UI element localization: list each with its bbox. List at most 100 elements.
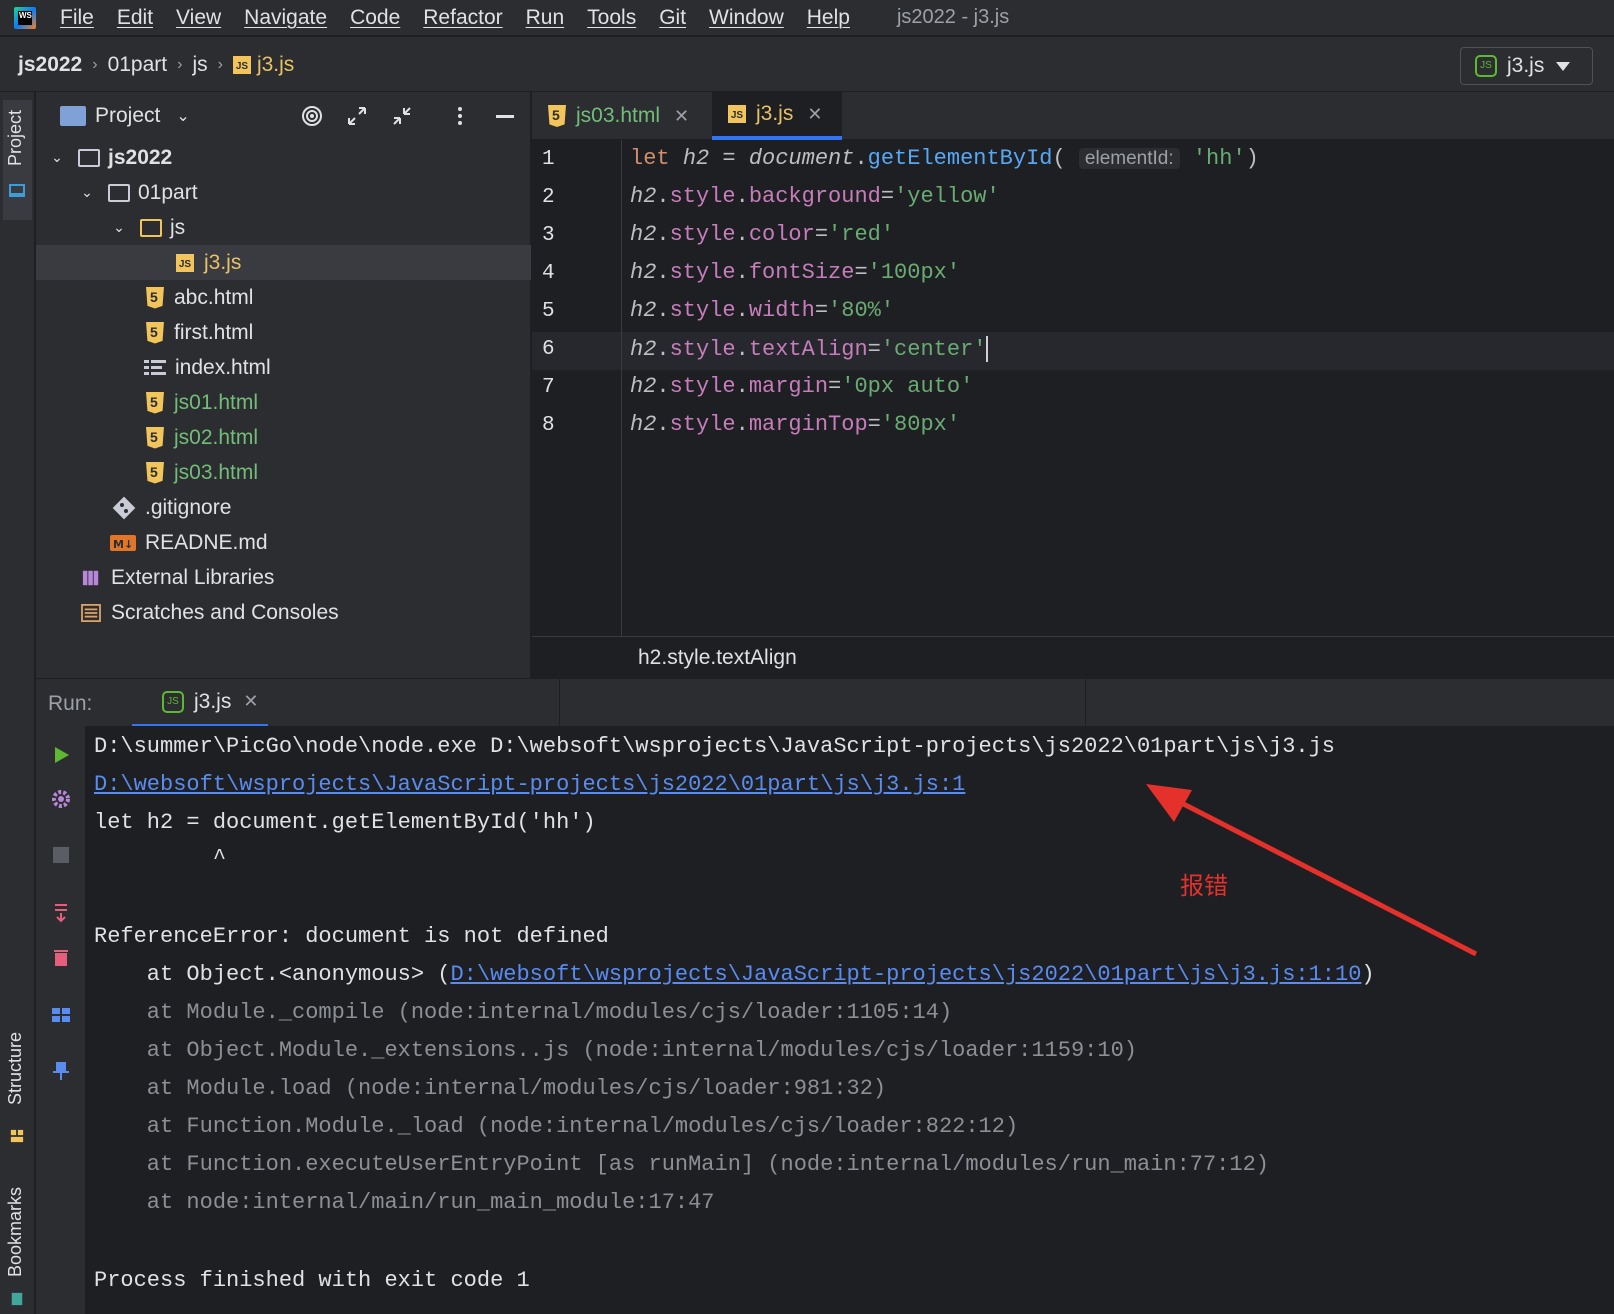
menu-window[interactable]: Window bbox=[709, 6, 784, 30]
breadcrumb-item-js2022[interactable]: js2022 bbox=[18, 53, 82, 77]
code-operator: . bbox=[656, 374, 670, 399]
code-function: getElementById bbox=[867, 146, 1053, 171]
close-icon[interactable]: ✕ bbox=[674, 106, 689, 127]
breadcrumb-item-j3js[interactable]: j3.js bbox=[257, 53, 294, 77]
settings-gear-icon[interactable] bbox=[50, 788, 72, 810]
code-operator: = bbox=[854, 260, 868, 285]
line-number: 4 bbox=[542, 262, 555, 285]
tree-item-label: js02.html bbox=[174, 425, 259, 449]
menu-code[interactable]: Code bbox=[350, 6, 400, 30]
code-operator: . bbox=[735, 336, 749, 362]
console-error-message: ReferenceError: document is not defined bbox=[94, 924, 609, 949]
tree-item-first-html[interactable]: first.html bbox=[36, 315, 531, 350]
menu-tools[interactable]: Tools bbox=[587, 6, 636, 30]
svg-text:M↓: M↓ bbox=[113, 538, 133, 551]
project-tool-label[interactable]: Project bbox=[5, 110, 26, 166]
code-operator: . bbox=[735, 184, 749, 209]
code-operator: = bbox=[867, 336, 881, 362]
run-configuration-dropdown[interactable]: JS j3.js bbox=[1460, 47, 1593, 85]
code-operator: . bbox=[656, 260, 670, 285]
close-icon[interactable]: ✕ bbox=[807, 104, 822, 125]
stop-icon[interactable] bbox=[50, 844, 72, 866]
tree-item-index-html[interactable]: index.html bbox=[36, 350, 531, 385]
rerun-play-icon[interactable] bbox=[50, 744, 72, 766]
code-line-4: h2.style.fontSize='100px' bbox=[630, 260, 960, 285]
collapse-all-icon[interactable] bbox=[390, 104, 414, 128]
layout-icon[interactable] bbox=[50, 1004, 72, 1026]
console-stack-line: at Function.executeUserEntryPoint [as ru… bbox=[94, 1152, 1269, 1177]
tree-item-label: js2022 bbox=[108, 145, 173, 169]
stack-frame-text: ) bbox=[1361, 962, 1375, 987]
code-keyword: let bbox=[630, 146, 670, 171]
tree-item-js-folder[interactable]: ⌄ js bbox=[36, 210, 531, 245]
tree-item-external-libraries[interactable]: External Libraries bbox=[36, 560, 531, 595]
menu-refactor[interactable]: Refactor bbox=[423, 6, 502, 30]
stack-frame-link[interactable]: D:\websoft\wsprojects\JavaScript-project… bbox=[450, 962, 1361, 987]
tree-item-label: first.html bbox=[174, 320, 254, 344]
menu-file[interactable]: File bbox=[60, 6, 94, 30]
breadcrumb-item-js[interactable]: js bbox=[192, 53, 207, 77]
breadcrumb-item-01part[interactable]: 01part bbox=[108, 53, 168, 77]
chevron-down-icon[interactable]: ⌄ bbox=[112, 219, 126, 236]
run-tab-label: j3.js bbox=[194, 689, 232, 713]
line-number-gutter: 1 2 3 4 5 6 7 8 bbox=[532, 140, 622, 636]
git-icon bbox=[112, 496, 136, 519]
breadcrumb: js2022 › 01part › js › JS j3.js bbox=[18, 37, 294, 92]
tree-item-readme[interactable]: M↓ READNE.md bbox=[36, 525, 531, 560]
project-tool-icon[interactable] bbox=[9, 184, 25, 198]
code-operator: = bbox=[709, 146, 749, 171]
chevron-down-icon[interactable]: ⌄ bbox=[50, 149, 64, 166]
menu-run[interactable]: Run bbox=[526, 6, 565, 30]
expand-all-icon[interactable] bbox=[345, 104, 369, 128]
menu-git[interactable]: Git bbox=[659, 6, 686, 30]
project-view-selector[interactable]: Project bbox=[95, 104, 160, 128]
tab-js03-html[interactable]: js03.html ✕ bbox=[532, 92, 708, 140]
code-string: '0px auto' bbox=[841, 374, 974, 399]
structure-tool-icon[interactable] bbox=[9, 1129, 25, 1143]
tree-item-js03-html[interactable]: js03.html bbox=[36, 455, 531, 490]
editor-breadcrumb[interactable]: h2.style.textAlign bbox=[638, 646, 797, 670]
chevron-down-icon[interactable]: ⌄ bbox=[176, 106, 189, 126]
trash-icon[interactable] bbox=[50, 946, 72, 968]
tree-item-js2022[interactable]: ⌄ js2022 bbox=[36, 140, 531, 175]
code-editor[interactable]: 1 2 3 4 5 6 7 8 let h2 = document.getEle… bbox=[532, 140, 1614, 636]
editor-breadcrumb-bar: h2.style.textAlign bbox=[532, 636, 1614, 678]
code-property: style bbox=[669, 222, 736, 247]
bookmarks-tool-icon[interactable] bbox=[9, 1292, 25, 1306]
parameter-hint: elementId: bbox=[1078, 148, 1180, 169]
menu-edit[interactable]: Edit bbox=[117, 6, 153, 30]
menu-navigate[interactable]: Navigate bbox=[244, 6, 327, 30]
code-property: background bbox=[748, 184, 881, 209]
pin-icon[interactable] bbox=[50, 1060, 72, 1082]
tab-j3js[interactable]: JS j3.js ✕ bbox=[712, 92, 842, 140]
line-number: 8 bbox=[542, 414, 555, 437]
console-error-location-link[interactable]: D:\websoft\wsprojects\JavaScript-project… bbox=[94, 772, 965, 797]
structure-tool-label[interactable]: Structure bbox=[5, 1032, 26, 1105]
bookmarks-tool-label[interactable]: Bookmarks bbox=[5, 1187, 26, 1277]
tree-item-abc-html[interactable]: abc.html bbox=[36, 280, 531, 315]
scroll-to-end-icon[interactable] bbox=[50, 902, 72, 924]
tree-item-gitignore[interactable]: .gitignore bbox=[36, 490, 531, 525]
console-stack-line: at Object.Module._extensions..js (node:i… bbox=[94, 1038, 1137, 1063]
code-operator: . bbox=[656, 336, 670, 362]
chevron-down-icon[interactable]: ⌄ bbox=[80, 184, 94, 201]
code-property: style bbox=[669, 336, 736, 362]
tree-item-js01-html[interactable]: js01.html bbox=[36, 385, 531, 420]
tree-item-scratches[interactable]: Scratches and Consoles bbox=[36, 595, 531, 630]
run-tab-j3js[interactable]: JS j3.js ✕ bbox=[132, 679, 269, 727]
tree-item-j3js[interactable]: JS j3.js bbox=[36, 245, 531, 280]
hide-panel-icon[interactable] bbox=[493, 104, 517, 128]
locate-file-icon[interactable] bbox=[300, 104, 324, 128]
run-panel-header: Run: JS j3.js ✕ bbox=[36, 678, 1614, 727]
tree-item-js02-html[interactable]: js02.html bbox=[36, 420, 531, 455]
code-string: 'yellow' bbox=[894, 184, 1000, 209]
tree-item-label: External Libraries bbox=[111, 565, 275, 589]
menu-view[interactable]: View bbox=[176, 6, 221, 30]
options-kebab-icon[interactable] bbox=[448, 104, 472, 128]
webstorm-logo-icon[interactable]: WS bbox=[14, 6, 36, 29]
menu-help[interactable]: Help bbox=[807, 6, 850, 30]
code-line-8: h2.style.marginTop='80px' bbox=[630, 412, 960, 437]
nodejs-icon: JS bbox=[1475, 55, 1497, 77]
close-icon[interactable]: ✕ bbox=[243, 691, 258, 712]
tree-item-01part[interactable]: ⌄ 01part bbox=[36, 175, 531, 210]
